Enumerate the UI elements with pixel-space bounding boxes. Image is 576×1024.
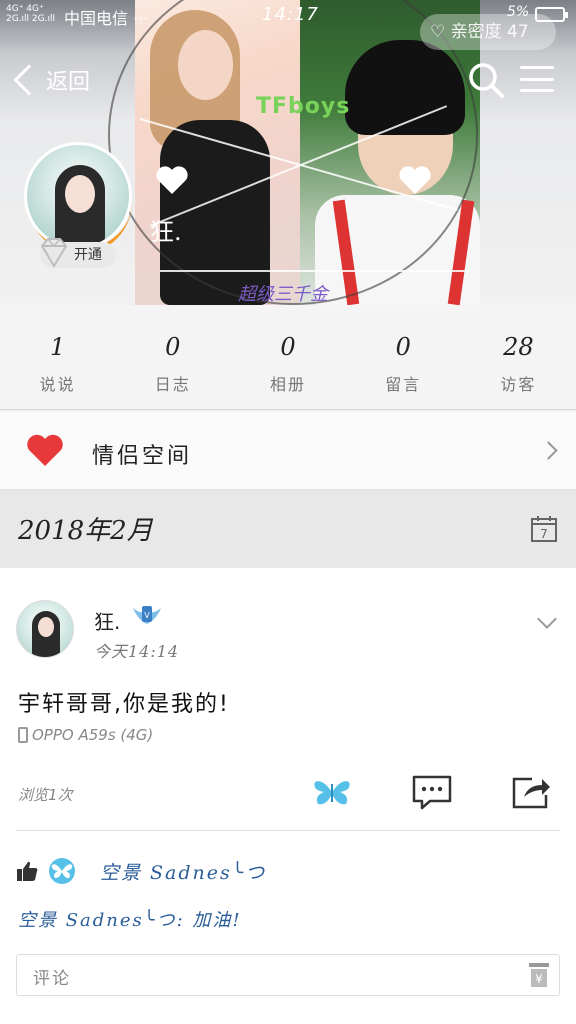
menu-bar [520,77,554,81]
avatar-face [38,617,54,637]
comment-input[interactable]: 评论 ¥ [16,954,560,996]
comment-author[interactable]: 空景 Sadnes╰つ: [18,910,185,931]
intimacy-pill[interactable]: ♡ 亲密度 47 [420,14,556,50]
cover-brand-text: TFboys [256,94,351,119]
post-device: OPPO A59s (4G) [18,726,153,744]
stat-value: 0 [395,333,411,361]
menu-bar [520,89,554,92]
comment-icon[interactable] [410,773,454,811]
vip-wings-icon: V [133,606,161,624]
clock: 14:17 [262,4,319,25]
share-icon[interactable] [508,773,552,811]
stat-albums[interactable]: 0 相册 [230,305,345,409]
stat-label: 留言 [385,375,422,394]
stat-label: 相册 [270,375,307,394]
svg-text:¥: ¥ [535,972,543,986]
heart-icon [27,434,63,466]
intimacy-text: 亲密度 47 [450,22,529,42]
divider [16,830,560,831]
month-header: 2018年2月 [0,490,576,568]
gift-icon[interactable]: ¥ [527,961,551,989]
month-label: 2018年2月 [18,516,153,546]
calendar-icon[interactable]: 7 [530,515,558,543]
network-line-1: 4G⁺ 4G⁺ [6,4,44,14]
butterfly-icon [49,858,75,884]
chevron-right-icon [539,441,558,460]
diamond-icon [40,238,68,268]
likes-row: 空景 Sadnes╰つ [16,854,266,888]
back-label: 返回 [46,70,91,95]
stat-visitors[interactable]: 28 访客 [461,305,576,409]
feed-post: 狂. V 今天14:14 宇轩哥哥,你是我的! OPPO A59s (4G) 浏… [0,568,576,1024]
stat-value: 0 [280,333,296,361]
couple-space-row[interactable]: 情侣空间 [0,412,576,490]
stat-label: 访客 [500,375,537,394]
search-icon[interactable] [466,60,506,100]
stat-value: 0 [165,333,181,361]
stat-label: 日志 [154,375,191,394]
comment-placeholder: 评论 [33,969,71,989]
menu-bar [520,66,554,69]
back-button[interactable]: 返回 [10,60,90,100]
network-indicator: 4G⁺ 4G⁺ 2G.ıll 2G.ıll [6,4,55,24]
stat-value: 1 [49,333,66,361]
avatar[interactable] [16,600,74,658]
cover-subcaption: 超级三千金 [238,284,328,305]
stat-value: 28 [503,333,534,361]
thumbs-up-icon [17,861,38,881]
avatar[interactable] [24,142,132,250]
network-line-2: 2G.ıll 2G.ıll [6,14,55,24]
menu-icon[interactable] [520,62,554,96]
cover-caption: 狂. [150,218,182,246]
heart-outline-icon: ♡ [430,22,451,42]
chevron-down-icon[interactable] [537,609,557,629]
view-count: 浏览1次 [18,786,73,804]
device-label: OPPO A59s (4G) [32,726,154,744]
stats-bar: 1 说说 0 日志 0 相册 0 留言 28 访客 [0,305,576,410]
stat-posts[interactable]: 1 说说 [0,305,115,409]
stat-label: 说说 [39,375,76,394]
cover-arrow-line [160,270,470,272]
heart-icon [156,166,188,194]
avatar-face [65,175,95,213]
comment-text: 加油! [184,910,242,931]
stat-blogs[interactable]: 0 日志 [115,305,230,409]
stat-messages[interactable]: 0 留言 [346,305,461,409]
comment: 空景 Sadnes╰つ: 加油! [18,906,242,932]
back-chevron-icon [13,64,45,96]
butterfly-icon[interactable] [312,776,352,808]
post-time: 今天14:14 [94,642,180,661]
liker-name[interactable]: 空景 Sadnes╰つ [100,858,266,885]
svg-text:7: 7 [540,527,548,541]
post-author[interactable]: 狂. [94,606,120,635]
post-content: 宇轩哥哥,你是我的! [18,692,230,717]
svg-text:V: V [144,611,150,620]
carrier-name: 中国电信 ··· [64,9,149,28]
phone-icon [18,727,28,743]
couple-space-label: 情侣空间 [92,444,193,469]
heart-icon [399,166,431,194]
